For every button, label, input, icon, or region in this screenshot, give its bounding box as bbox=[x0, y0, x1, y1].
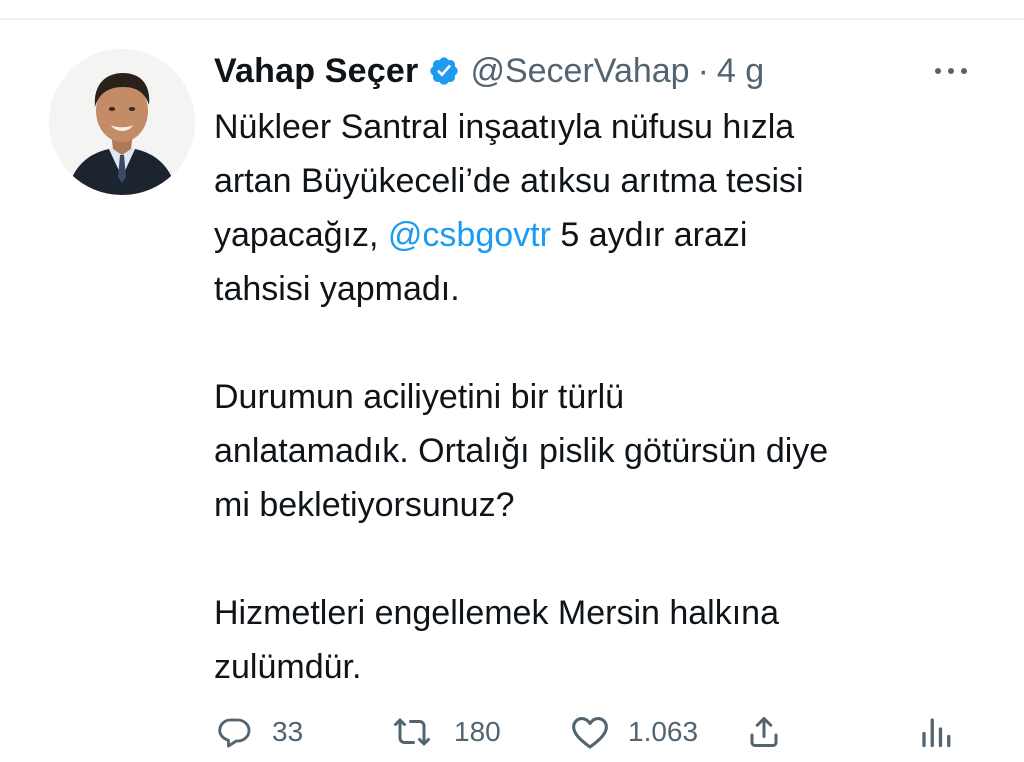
like-count: 1.063 bbox=[628, 716, 699, 747]
tweet-text: Nükleer Santral inşaatıyla nüfusu hızla … bbox=[214, 100, 1004, 694]
display-name[interactable]: Vahap Seçer bbox=[214, 52, 418, 91]
share-button[interactable] bbox=[746, 708, 782, 756]
like-button[interactable]: 1.063 bbox=[570, 708, 698, 756]
tweet-line: zulümdür. bbox=[214, 648, 362, 686]
tweet-line: anlatamadık. Ortalığı pislik götürsün di… bbox=[214, 432, 829, 470]
more-dot bbox=[961, 68, 967, 74]
analytics-icon bbox=[918, 714, 954, 750]
author-handle[interactable]: @SecerVahap bbox=[470, 52, 689, 91]
mention-link[interactable]: @csbgovtr bbox=[388, 216, 551, 254]
tweet-line: Nükleer Santral inşaatıyla nüfusu hızla bbox=[214, 108, 795, 146]
reply-icon bbox=[216, 714, 252, 750]
retweet-count: 180 bbox=[454, 716, 501, 747]
tweet-line: tahsisi yapmadı. bbox=[214, 270, 460, 308]
retweet-icon bbox=[390, 714, 434, 750]
avatar[interactable] bbox=[49, 49, 195, 195]
tweet-timestamp[interactable]: 4 g bbox=[717, 52, 764, 91]
more-dot bbox=[935, 68, 941, 74]
analytics-button[interactable] bbox=[918, 708, 954, 756]
reply-count: 33 bbox=[272, 716, 304, 747]
header-separator: · bbox=[697, 51, 709, 90]
tweet-line: yapacağız, @csbgovtr 5 aydır arazi bbox=[214, 208, 1004, 262]
tweet-line: artan Büyükeceli’de atıksu arıtma tesisi bbox=[214, 162, 804, 200]
heart-icon bbox=[570, 714, 610, 750]
tweet-line: Hizmetleri engellemek Mersin halkına bbox=[214, 594, 780, 632]
avatar-image bbox=[49, 49, 195, 195]
share-icon bbox=[746, 714, 782, 750]
tweet-header: Vahap Seçer @SecerVahap · 4 g bbox=[214, 46, 764, 96]
tweet-text-segment: 5 aydır arazi bbox=[550, 216, 748, 254]
reply-button[interactable]: 33 bbox=[216, 708, 303, 756]
tweet-text-segment: yapacağız, bbox=[214, 216, 388, 254]
top-divider bbox=[0, 18, 1024, 20]
tweet-line: Durumun aciliyetini bir türlü bbox=[214, 378, 625, 416]
tweet-actions: 33 180 1.063 bbox=[214, 708, 974, 756]
tweet-line: mi bekletiyorsunuz? bbox=[214, 486, 515, 524]
verified-badge-icon bbox=[428, 55, 460, 87]
more-dot bbox=[948, 68, 954, 74]
more-options-icon[interactable] bbox=[926, 56, 976, 86]
retweet-button[interactable]: 180 bbox=[390, 708, 501, 756]
